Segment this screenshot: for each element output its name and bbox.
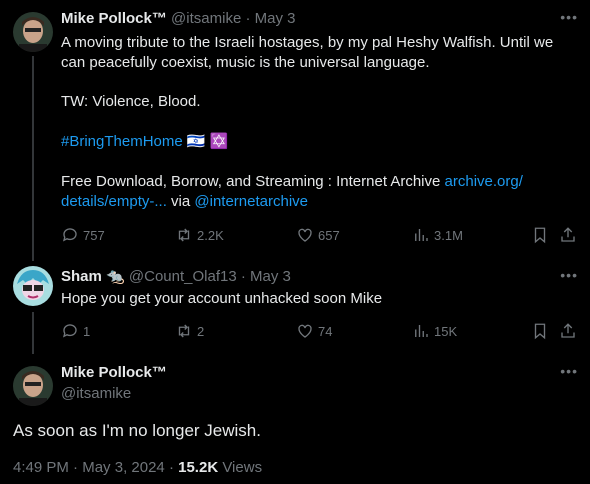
views-count: 15.2K bbox=[178, 459, 219, 476]
bookmark-button[interactable] bbox=[531, 226, 549, 244]
bookmark-icon bbox=[534, 227, 546, 244]
like-count: 657 bbox=[318, 227, 340, 243]
like-button[interactable]: 74 bbox=[296, 322, 332, 340]
tweet-text: A moving tribute to the Israeli hostages… bbox=[61, 33, 561, 73]
rat-emoji: 🐀 bbox=[106, 268, 125, 285]
views-button[interactable]: 3.1M bbox=[412, 226, 463, 244]
share-icon bbox=[561, 227, 575, 242]
bookmark-icon bbox=[534, 323, 546, 340]
avatar-sham[interactable] bbox=[13, 266, 53, 306]
share-icon bbox=[561, 323, 575, 338]
author-handle[interactable]: @itsamike bbox=[61, 384, 167, 404]
like-button[interactable]: 657 bbox=[296, 226, 340, 244]
views-icon bbox=[415, 229, 428, 241]
repost-button[interactable]: 2.2K bbox=[175, 226, 224, 244]
author-name[interactable]: Sham bbox=[61, 268, 102, 285]
reply-button[interactable]: 1 bbox=[61, 322, 90, 340]
star-emoji: ✡️ bbox=[209, 133, 229, 150]
tweet-text-line: can peacefully coexist, music is the uni… bbox=[61, 54, 430, 71]
share-button[interactable] bbox=[559, 226, 577, 244]
trigger-warning: TW: Violence, Blood. bbox=[61, 93, 201, 110]
separator-dot: · bbox=[164, 459, 179, 476]
heart-icon bbox=[298, 324, 312, 338]
author-handle[interactable]: @itsamike bbox=[171, 10, 241, 27]
post-date[interactable]: May 3 bbox=[255, 10, 296, 27]
bookmark-button[interactable] bbox=[531, 322, 549, 340]
avatar-mike[interactable] bbox=[13, 366, 53, 406]
tweet-text-line: A moving tribute to the Israeli hostages… bbox=[61, 34, 554, 51]
separator-dot: · bbox=[240, 268, 246, 285]
share-button[interactable] bbox=[559, 322, 577, 340]
reply-count: 1 bbox=[83, 323, 91, 339]
repost-count: 2 bbox=[197, 323, 205, 339]
reply-icon bbox=[62, 228, 77, 242]
repost-count: 2.2K bbox=[197, 227, 224, 243]
views-icon bbox=[415, 325, 428, 337]
flag-emoji: 🇮🇱 bbox=[186, 133, 206, 150]
views-button[interactable]: 15K bbox=[412, 322, 457, 340]
reply-button[interactable]: 757 bbox=[61, 226, 105, 244]
repost-button[interactable]: 2 bbox=[175, 322, 204, 340]
main-tweet-text: As soon as I'm no longer Jewish. bbox=[13, 421, 261, 440]
hashtag-row: #BringThemHome 🇮🇱 ✡️ bbox=[61, 132, 561, 152]
tweet-metadata: 4:49 PM · May 3, 2024 · 15.2K Views bbox=[13, 459, 262, 476]
hashtag-link[interactable]: #BringThemHome bbox=[61, 133, 183, 150]
views-label: Views bbox=[218, 459, 263, 476]
action-bar: 757 2.2K 657 3.1M bbox=[61, 226, 581, 246]
avatar-mike[interactable] bbox=[13, 12, 53, 52]
repost-icon bbox=[178, 228, 190, 242]
more-icon[interactable]: ••• bbox=[560, 363, 578, 379]
via-text: via bbox=[166, 193, 195, 210]
author-handle[interactable]: @Count_Olaf13 bbox=[129, 268, 237, 285]
action-bar: 1 2 74 15K bbox=[61, 322, 581, 342]
tweet-text: Hope you get your account unhacked soon … bbox=[61, 290, 383, 307]
more-icon[interactable]: ••• bbox=[560, 9, 578, 25]
author-name[interactable]: Mike Pollock™ bbox=[61, 10, 167, 27]
post-date[interactable]: May 3, 2024 bbox=[82, 459, 165, 476]
archive-text: Free Download, Borrow, and Streaming : I… bbox=[61, 172, 561, 212]
post-date[interactable]: May 3 bbox=[250, 268, 291, 285]
mention-link[interactable]: @internetarchive bbox=[194, 193, 308, 210]
separator-dot: · bbox=[245, 10, 251, 27]
views-count: 15K bbox=[434, 323, 458, 339]
tweet-mike-original[interactable]: Mike Pollock™ @itsamike · May 3 ••• A mo… bbox=[0, 0, 590, 261]
tweet-sham-reply[interactable]: Sham 🐀 @Count_Olaf13 · May 3 ••• Hope yo… bbox=[0, 258, 590, 354]
archive-link-cont[interactable]: details/empty-... bbox=[61, 193, 167, 210]
like-count: 74 bbox=[318, 323, 333, 339]
heart-icon bbox=[298, 228, 312, 242]
separator-dot: · bbox=[68, 459, 83, 476]
views-count: 3.1M bbox=[434, 227, 463, 243]
reply-icon bbox=[62, 324, 77, 338]
post-time[interactable]: 4:49 PM bbox=[13, 459, 69, 476]
archive-description: Free Download, Borrow, and Streaming : I… bbox=[61, 173, 445, 190]
reply-count: 757 bbox=[83, 227, 105, 243]
thread-line bbox=[32, 56, 34, 261]
archive-link[interactable]: archive.org/ bbox=[445, 173, 523, 190]
repost-icon bbox=[178, 324, 190, 338]
author-name[interactable]: Mike Pollock™ bbox=[61, 363, 167, 383]
thread-line bbox=[32, 312, 34, 354]
more-icon[interactable]: ••• bbox=[560, 267, 578, 283]
